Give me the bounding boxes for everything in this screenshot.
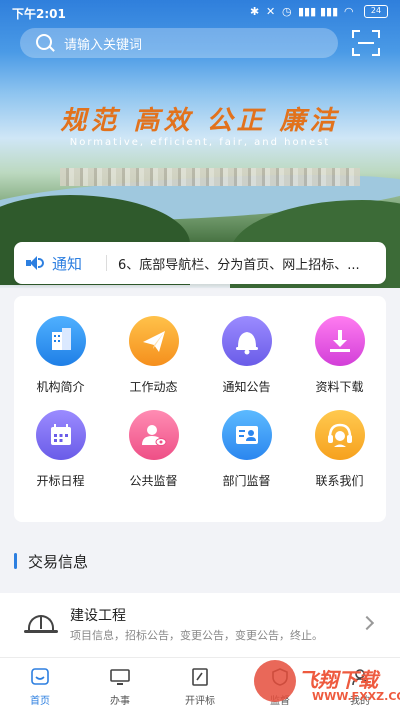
grid-item-label: 开标日程 (36, 474, 85, 488)
trade-title: 建设工程 (70, 608, 126, 624)
battery-icon: 24 (364, 5, 388, 18)
grid-item-label: 机构简介 (36, 380, 85, 394)
grid-item-label: 通知公告 (222, 380, 271, 394)
town-scenery (60, 168, 360, 186)
nav-label: 开评标 (185, 696, 215, 707)
calendar-icon (36, 410, 86, 460)
section-title-text: 交易信息 (28, 553, 89, 571)
nav-item-home[interactable]: 首页 (0, 658, 80, 711)
signal-2-icon: ▮▮▮ (320, 5, 339, 18)
grid-item-schedule[interactable]: 开标日程 (14, 410, 107, 500)
trade-subtitle: 项目信息，招标公告，变更公告，变更公告，终止。 (70, 629, 323, 642)
notice-bar[interactable]: 通知 6、底部导航栏、分为首页、网上招标、... (14, 242, 386, 284)
notice-label: 通知 (52, 255, 83, 273)
grid-item-label: 资料下载 (315, 380, 364, 394)
wifi-icon: ◠ (344, 5, 354, 18)
paper-plane-icon (129, 316, 179, 366)
search-input[interactable]: 请输入关键词 (20, 28, 338, 58)
grid-item-notices[interactable]: 通知公告 (200, 316, 293, 406)
status-time: 下午2:01 (12, 7, 66, 21)
nav-label: 办事 (110, 696, 130, 707)
grid-item-label: 公共监督 (129, 474, 178, 488)
grid-item-department-supervision[interactable]: 部门监督 (200, 410, 293, 500)
building-icon (36, 316, 86, 366)
search-placeholder: 请输入关键词 (64, 38, 143, 53)
bell-icon (222, 316, 272, 366)
monitor-icon (110, 669, 130, 685)
nav-item-services[interactable]: 办事 (80, 658, 160, 711)
watermark-text: 飞翔下载 (298, 668, 378, 692)
grid-item-label: 联系我们 (315, 474, 364, 488)
nav-item-bid-opening[interactable]: 开评标 (160, 658, 240, 711)
signal-icon: ▮▮▮ (298, 5, 317, 18)
mute-icon: ✕ (266, 5, 276, 18)
alarm-icon: ◷ (282, 5, 292, 18)
watermark-url: WWW.FXXZ.COM (312, 690, 400, 703)
banner-slogan: 规范 高效 公正 廉洁 (60, 106, 340, 136)
nav-label: 首页 (30, 696, 50, 707)
grid-item-public-supervision[interactable]: 公共监督 (107, 410, 200, 500)
edit-icon (192, 668, 208, 686)
search-icon (36, 34, 52, 50)
home-icon (31, 668, 49, 685)
notice-text[interactable]: 6、底部导航栏、分为首页、网上招标、... (118, 254, 380, 273)
grid-item-news[interactable]: 工作动态 (107, 316, 200, 406)
bluetooth-icon: ✱ (250, 5, 260, 18)
hard-hat-icon (24, 615, 58, 635)
feature-grid: 机构简介 工作动态 通知公告 资料下载 开标日程 公共监督 部门监督 联系我们 (14, 296, 386, 522)
grid-item-about[interactable]: 机构简介 (14, 316, 107, 406)
banner-slogan-english: Normative, efficient, fair, and honest (69, 137, 331, 148)
watermark-logo: 飞翔下载 WWW.FXXZ.COM (254, 660, 400, 710)
headset-icon (315, 410, 365, 460)
grid-item-label: 工作动态 (129, 380, 178, 394)
scan-icon[interactable] (352, 30, 380, 56)
user-eye-icon (129, 410, 179, 460)
grid-item-contact[interactable]: 联系我们 (293, 410, 386, 500)
grid-item-label: 部门监督 (222, 474, 271, 488)
id-card-icon (222, 410, 272, 460)
section-accent-bar (14, 553, 17, 569)
chevron-right-icon (359, 615, 375, 631)
speaker-icon (26, 255, 44, 271)
grid-item-downloads[interactable]: 资料下载 (293, 316, 386, 406)
trade-item-construction[interactable]: 建设工程 项目信息，招标公告，变更公告，变更公告，终止。 (0, 593, 400, 657)
divider (106, 255, 107, 271)
watermark-icon (254, 660, 296, 702)
download-icon (315, 316, 365, 366)
status-bar: 下午2:01 ✱ ✕ ◷ ▮▮▮ ▮▮▮ ◠ 24 (0, 0, 400, 24)
